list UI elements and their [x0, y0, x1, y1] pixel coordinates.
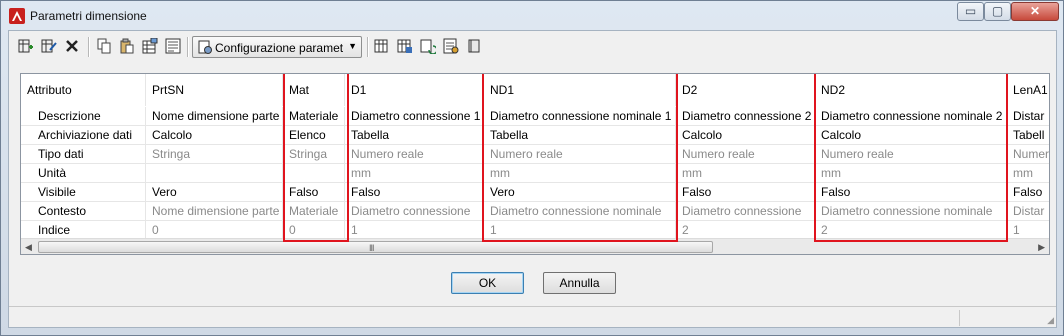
- add-parameter-icon[interactable]: [18, 38, 34, 54]
- table-link-icon[interactable]: [142, 38, 158, 54]
- column-header-d2[interactable]: D2: [676, 74, 815, 106]
- toolbar-separator: [187, 37, 189, 57]
- dialog-client: Configurazione paramet ▼ Attributo PrtSN…: [8, 30, 1057, 328]
- calculator-icon[interactable]: [443, 38, 459, 54]
- grid-cell[interactable]: Falso: [1007, 183, 1049, 202]
- row-attribute-label: Visibile: [21, 183, 146, 202]
- highlight-box-mat: [283, 74, 349, 242]
- chevron-down-icon: ▼: [348, 41, 357, 51]
- refresh-icon[interactable]: [420, 38, 436, 54]
- grid-cell[interactable]: Falso: [676, 183, 815, 202]
- grid-cell[interactable]: Distar: [1007, 107, 1049, 126]
- grid-cell[interactable]: Diametro connessione: [345, 202, 484, 221]
- column-header-prtsn[interactable]: PrtSN: [146, 74, 283, 106]
- grid-cell[interactable]: Numero reale: [345, 145, 484, 164]
- scroll-right-arrow-icon[interactable]: ▶: [1038, 242, 1045, 253]
- add-size-icon[interactable]: [374, 38, 390, 54]
- grid-cell[interactable]: Numer: [1007, 145, 1049, 164]
- grid-cell[interactable]: mm: [676, 164, 815, 183]
- grid-cell[interactable]: Tabella: [345, 126, 484, 145]
- title-bar[interactable]: Parametri dimensione ▭ ▢ ✕: [1, 1, 1063, 30]
- minimize-button[interactable]: ▭: [957, 2, 984, 21]
- autocad-logo-icon: [9, 8, 25, 24]
- column-header-lena1[interactable]: LenA1: [1007, 74, 1049, 106]
- form-icon[interactable]: [165, 38, 181, 54]
- delete-icon[interactable]: [64, 38, 80, 54]
- copy-icon[interactable]: [96, 38, 112, 54]
- grid-cell[interactable]: Vero: [146, 183, 283, 202]
- scrollbar-grip: III: [369, 243, 374, 253]
- highlight-box-nd2: [814, 74, 1008, 242]
- row-attribute-label: Descrizione: [21, 107, 146, 126]
- edit-size-icon[interactable]: [397, 38, 413, 54]
- status-bar: ◢: [9, 306, 1056, 328]
- grid-cell[interactable]: Distar: [1007, 202, 1049, 221]
- grid-cell[interactable]: Tabell: [1007, 126, 1049, 145]
- window-title: Parametri dimensione: [30, 9, 147, 23]
- dialog-window: Parametri dimensione ▭ ▢ ✕ Configurazion…: [0, 0, 1064, 336]
- configuration-label: Configurazione paramet: [215, 41, 344, 55]
- grid-cell[interactable]: [146, 164, 283, 183]
- column-header-d1[interactable]: D1: [345, 74, 484, 106]
- scrollbar-thumb[interactable]: III: [38, 241, 713, 253]
- maximize-button[interactable]: ▢: [984, 2, 1011, 21]
- row-attribute-label: Unità: [21, 164, 146, 183]
- row-attribute-label: Archiviazione dati: [21, 126, 146, 145]
- row-attribute-label: Contesto: [21, 202, 146, 221]
- scroll-left-arrow-icon[interactable]: ◀: [25, 242, 32, 253]
- parameter-configuration-dropdown[interactable]: Configurazione paramet ▼: [192, 36, 362, 58]
- status-separator: [959, 310, 960, 326]
- close-button[interactable]: ✕: [1011, 2, 1059, 21]
- grid-cell[interactable]: Calcolo: [676, 126, 815, 145]
- grid-cell[interactable]: Numero reale: [676, 145, 815, 164]
- grid-cell[interactable]: Diametro connessione 2: [676, 107, 815, 126]
- toolbar-separator: [367, 37, 369, 57]
- grid-cell[interactable]: Diametro connessione: [676, 202, 815, 221]
- grid-cell[interactable]: Calcolo: [146, 126, 283, 145]
- paste-icon[interactable]: [119, 38, 135, 54]
- grid-cell[interactable]: Stringa: [146, 145, 283, 164]
- highlight-box-nd1: [482, 74, 678, 242]
- row-attribute-label: Tipo dati: [21, 145, 146, 164]
- grid-cell[interactable]: Diametro connessione 1: [345, 107, 484, 126]
- resize-grip-icon[interactable]: ◢: [1047, 315, 1054, 326]
- configuration-icon: [198, 40, 212, 54]
- grid-cell[interactable]: Falso: [345, 183, 484, 202]
- toolbar: Configurazione paramet ▼: [9, 31, 1056, 63]
- cancel-button[interactable]: Annulla: [543, 272, 616, 294]
- ok-button[interactable]: OK: [451, 272, 524, 294]
- toolbar-separator: [88, 37, 90, 57]
- grid-cell[interactable]: mm: [1007, 164, 1049, 183]
- column-header-attributo[interactable]: Attributo: [21, 74, 146, 106]
- grid-cell[interactable]: Nome dimensione parte: [146, 107, 283, 126]
- grid-cell[interactable]: mm: [345, 164, 484, 183]
- book-icon[interactable]: [466, 38, 482, 54]
- grid-cell[interactable]: Nome dimensione parte: [146, 202, 283, 221]
- edit-parameter-icon[interactable]: [41, 38, 57, 54]
- parameter-grid[interactable]: Attributo PrtSN Mat D1 ND1 D2 ND2 LenA1 …: [20, 73, 1050, 255]
